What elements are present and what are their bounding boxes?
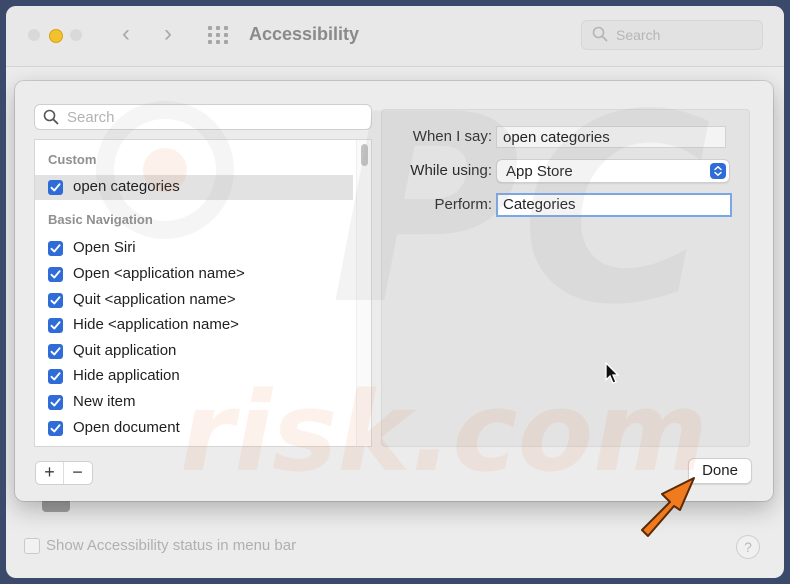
checkmark-icon bbox=[50, 398, 61, 407]
search-placeholder: Search bbox=[67, 109, 115, 126]
checkmark-icon bbox=[50, 321, 61, 330]
section-header-custom: Custom bbox=[48, 152, 97, 167]
checkbox[interactable] bbox=[48, 318, 63, 333]
list-item[interactable]: Quit application bbox=[35, 339, 353, 364]
list-item-label: Hide <application name> bbox=[73, 316, 239, 333]
list-item[interactable]: Hide application bbox=[35, 364, 353, 389]
list-item[interactable]: Quit <application name> bbox=[35, 288, 353, 313]
preferences-search-field[interactable]: Search bbox=[581, 20, 763, 50]
list-item-label: Quit <application name> bbox=[73, 291, 236, 308]
status-menu-bar-checkbox[interactable] bbox=[24, 538, 40, 554]
list-item-label: Open document bbox=[73, 419, 180, 436]
checkmark-icon bbox=[50, 424, 61, 433]
orange-arrow-icon bbox=[641, 477, 695, 537]
mouse-pointer-icon bbox=[605, 362, 620, 384]
checkmark-icon bbox=[50, 372, 61, 381]
search-placeholder: Search bbox=[616, 27, 661, 43]
list-scrollbar[interactable] bbox=[356, 140, 371, 446]
checkmark-icon bbox=[50, 296, 61, 305]
scrollbar-thumb[interactable] bbox=[361, 144, 368, 166]
search-icon bbox=[592, 26, 608, 42]
perform-label: Perform: bbox=[434, 196, 492, 213]
checkbox[interactable] bbox=[48, 369, 63, 384]
minimize-window-button[interactable] bbox=[49, 29, 63, 43]
list-item-label: Open Siri bbox=[73, 239, 136, 256]
checkmark-icon bbox=[50, 183, 61, 192]
commands-search-field[interactable]: Search bbox=[34, 104, 372, 130]
back-button[interactable]: ‹ bbox=[122, 22, 130, 46]
search-icon bbox=[43, 109, 59, 125]
when-i-say-field[interactable]: open categories bbox=[496, 126, 726, 148]
checkbox[interactable] bbox=[48, 421, 63, 436]
add-command-button[interactable]: + bbox=[36, 462, 64, 484]
forward-button[interactable]: › bbox=[164, 22, 172, 46]
list-item[interactable]: Open Siri bbox=[35, 236, 353, 261]
checkmark-icon bbox=[50, 270, 61, 279]
list-item[interactable]: Hide <application name> bbox=[35, 313, 353, 338]
add-remove-control: + − bbox=[35, 461, 93, 485]
list-item[interactable]: Open <application name> bbox=[35, 262, 353, 287]
perform-field[interactable]: Categories bbox=[496, 193, 732, 217]
list-item[interactable]: New item bbox=[35, 390, 353, 415]
list-item[interactable]: open categories bbox=[35, 175, 353, 200]
title-bar: ‹ › Accessibility Search bbox=[6, 6, 784, 67]
while-using-popup[interactable]: App Store bbox=[496, 159, 730, 183]
checkmark-icon bbox=[50, 347, 61, 356]
list-item-label: open categories bbox=[73, 178, 180, 195]
list-item-label: Quit application bbox=[73, 342, 177, 359]
remove-command-button[interactable]: − bbox=[64, 462, 91, 484]
when-i-say-label: When I say: bbox=[412, 128, 492, 145]
checkmark-icon bbox=[50, 244, 61, 253]
help-button[interactable]: ? bbox=[736, 535, 760, 559]
section-header-basic-navigation: Basic Navigation bbox=[48, 212, 153, 227]
window-title: Accessibility bbox=[249, 24, 360, 44]
show-all-grid-icon[interactable] bbox=[208, 26, 230, 44]
close-window-button[interactable] bbox=[28, 29, 40, 41]
checkbox[interactable] bbox=[48, 293, 63, 308]
while-using-value: App Store bbox=[506, 163, 573, 180]
while-using-label: While using: bbox=[410, 162, 492, 179]
voice-command-sheet: Search Custom open categories Basic Navi… bbox=[15, 81, 773, 501]
checkbox[interactable] bbox=[48, 344, 63, 359]
commands-list: Custom open categories Basic Navigation … bbox=[34, 139, 372, 447]
checkbox[interactable] bbox=[48, 395, 63, 410]
list-item-label: Hide application bbox=[73, 367, 180, 384]
up-down-chevron-icon bbox=[710, 163, 726, 179]
checkbox[interactable] bbox=[48, 180, 63, 195]
checkbox[interactable] bbox=[48, 241, 63, 256]
zoom-window-button[interactable] bbox=[70, 29, 82, 41]
list-item-label: Open <application name> bbox=[73, 265, 245, 282]
list-item-label: New item bbox=[73, 393, 136, 410]
list-item[interactable]: Open document bbox=[35, 416, 353, 441]
status-menu-bar-label: Show Accessibility status in menu bar bbox=[46, 537, 297, 554]
command-detail-panel: When I say: open categories While using:… bbox=[381, 109, 750, 447]
checkbox[interactable] bbox=[48, 267, 63, 282]
